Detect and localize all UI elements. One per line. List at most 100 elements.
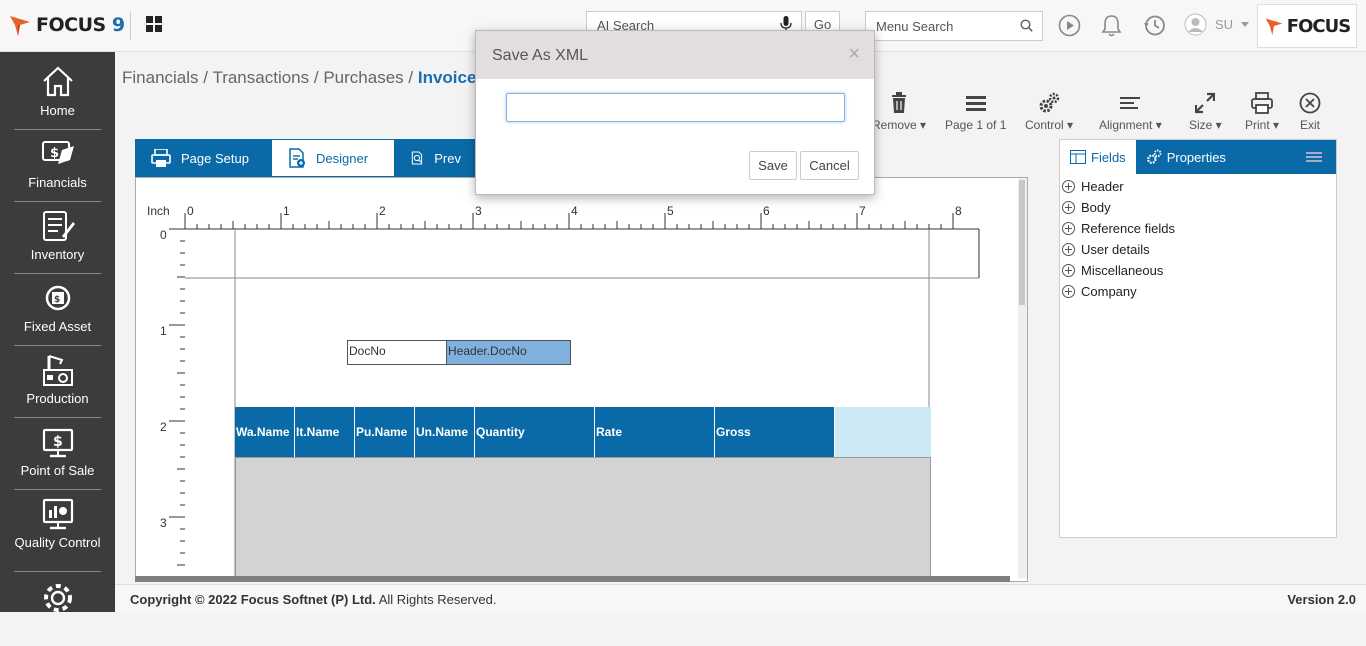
tree-item-user-details[interactable]: User details — [1060, 239, 1336, 260]
alignment-button[interactable]: Alignment ▾ — [1099, 92, 1162, 132]
horizontal-scrollbar[interactable] — [135, 576, 1010, 582]
menu-search-input[interactable]: Menu Search — [865, 11, 1043, 41]
ruler-tick-label: 7 — [859, 204, 866, 218]
focus-logo-icon — [10, 16, 30, 36]
exit-button[interactable]: Exit — [1299, 92, 1321, 132]
search-icon[interactable] — [1020, 19, 1033, 32]
ruler-tick-label: 1 — [283, 204, 290, 218]
expand-icon[interactable] — [1062, 222, 1075, 235]
column-header[interactable]: It.Name — [295, 407, 355, 457]
breadcrumb-separator: / — [203, 68, 209, 87]
user-menu[interactable]: SU — [1184, 13, 1250, 36]
docno-label-field[interactable]: DocNo — [347, 340, 447, 365]
breadcrumb-separator: / — [313, 68, 319, 87]
print-button[interactable]: Print ▾ — [1245, 92, 1279, 132]
pos-icon: $ — [42, 428, 73, 458]
expand-icon[interactable] — [1062, 180, 1075, 193]
history-icon[interactable] — [1143, 14, 1166, 37]
exit-label: Exit — [1299, 118, 1320, 132]
sidebar: Home $ Financials Inventory $ Fixed Asse… — [0, 52, 115, 612]
tab-designer[interactable]: Designer — [271, 139, 395, 177]
breadcrumb-financials[interactable]: Financials — [122, 68, 199, 87]
size-label: Size — [1189, 118, 1213, 132]
breadcrumb-transactions[interactable]: Transactions — [212, 68, 309, 87]
fields-panel-header: Fields Properties — [1060, 140, 1336, 174]
column-header[interactable]: Quantity — [475, 407, 595, 457]
sidebar-item-financials[interactable]: $ Financials — [14, 130, 101, 202]
fields-icon — [1070, 150, 1086, 164]
docno-value-field[interactable]: Header.DocNo — [446, 340, 571, 365]
column-header[interactable]: Un.Name — [415, 407, 475, 457]
rights-text: All Rights Reserved. — [378, 592, 497, 607]
ruler-tick-label: 2 — [379, 204, 386, 218]
tree-item-miscellaneous[interactable]: Miscellaneous — [1060, 260, 1336, 281]
scrollbar-thumb[interactable] — [1019, 180, 1025, 305]
tree-item-header[interactable]: Header — [1060, 176, 1336, 197]
sidebar-item-settings[interactable] — [14, 574, 101, 646]
breadcrumb-purchases[interactable]: Purchases — [323, 68, 403, 87]
hamburger-icon[interactable] — [1306, 151, 1322, 163]
expand-icon[interactable] — [1062, 201, 1075, 214]
tab-preview[interactable]: Prev — [395, 139, 477, 177]
tree-item-label: User details — [1081, 242, 1150, 257]
sidebar-item-home[interactable]: Home — [14, 58, 101, 130]
sidebar-item-point-of-sale[interactable]: $ Point of Sale — [14, 418, 101, 490]
tab-properties[interactable]: Properties — [1136, 140, 1236, 174]
close-circle-icon — [1299, 92, 1321, 114]
column-header[interactable]: Pu.Name — [355, 407, 415, 457]
focus9-logo[interactable]: FOCUS 9 — [8, 12, 125, 38]
breadcrumb: Financials / Transactions / Purchases / … — [122, 68, 493, 88]
sidebar-item-fixed-asset[interactable]: $ Fixed Asset — [14, 274, 101, 346]
designer-icon — [289, 148, 305, 168]
size-button[interactable]: Size ▾ — [1189, 92, 1222, 132]
sidebar-item-label: Financials — [28, 175, 87, 190]
apps-grid-icon[interactable] — [146, 16, 162, 32]
control-button[interactable]: Control ▾ — [1025, 92, 1073, 132]
empty-column[interactable] — [835, 407, 931, 457]
printer-icon — [1251, 92, 1273, 114]
close-icon[interactable]: × — [848, 43, 860, 66]
bell-icon[interactable] — [1101, 14, 1122, 37]
filename-input[interactable] — [506, 93, 845, 122]
dialog-title: Save As XML — [492, 47, 589, 64]
tree-item-reference-fields[interactable]: Reference fields — [1060, 218, 1336, 239]
ruler-tick-label: 3 — [475, 204, 482, 218]
sidebar-item-inventory[interactable]: Inventory — [14, 202, 101, 274]
fields-panel: Fields Properties Header Body Reference … — [1059, 139, 1337, 538]
printer-icon — [151, 149, 171, 167]
footer: Copyright © 2022 Focus Softnet (P) Ltd. … — [115, 584, 1366, 612]
body-grid-header: Wa.Name It.Name Pu.Name Un.Name Quantity… — [235, 407, 931, 457]
sidebar-item-label: Point of Sale — [20, 463, 95, 478]
focus-logo-icon — [1265, 18, 1283, 36]
sidebar-item-quality-control[interactable]: Quality Control — [14, 490, 101, 572]
vertical-scrollbar[interactable] — [1018, 178, 1027, 578]
ruler-tick-label: 8 — [955, 204, 962, 218]
column-header[interactable]: Gross — [715, 407, 835, 457]
play-icon[interactable] — [1058, 14, 1081, 37]
tree-item-body[interactable]: Body — [1060, 197, 1336, 218]
brand-text: FOCUS — [1286, 15, 1351, 37]
sidebar-item-production[interactable]: Production — [14, 346, 101, 418]
body-grid-rows[interactable] — [235, 457, 931, 577]
tree-item-company[interactable]: Company — [1060, 281, 1336, 302]
expand-icon[interactable] — [1062, 285, 1075, 298]
column-header[interactable]: Rate — [595, 407, 715, 457]
ruler-tick-label: 5 — [667, 204, 674, 218]
quality-control-icon — [42, 498, 73, 530]
tab-page-setup[interactable]: Page Setup — [135, 139, 271, 177]
tab-fields[interactable]: Fields — [1060, 140, 1136, 174]
expand-icon[interactable] — [1062, 264, 1075, 277]
save-button[interactable]: Save — [749, 151, 797, 180]
tab-label: Fields — [1091, 149, 1126, 165]
page-label: Page 1 of 1 — [945, 118, 1007, 132]
cancel-button[interactable]: Cancel — [800, 151, 859, 180]
column-header[interactable]: Wa.Name — [235, 407, 295, 457]
tab-label: Properties — [1166, 149, 1226, 165]
logo-number: 9 — [111, 14, 125, 36]
breadcrumb-separator: / — [408, 68, 414, 87]
tree-item-label: Header — [1081, 179, 1124, 194]
page-indicator[interactable]: Page 1 of 1 — [945, 92, 1006, 132]
home-icon — [42, 66, 73, 97]
remove-button[interactable]: Remove ▾ — [872, 92, 926, 132]
expand-icon[interactable] — [1062, 243, 1075, 256]
